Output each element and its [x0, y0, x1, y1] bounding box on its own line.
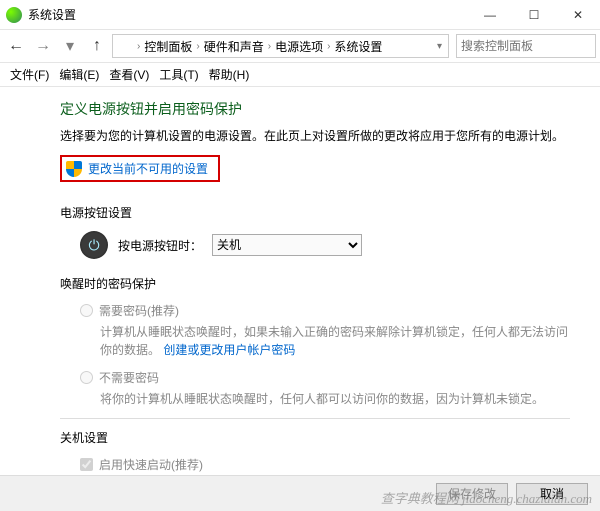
radio-no-password-desc: 将你的计算机从睡眠状态唤醒时，任何人都可以访问你的数据，因为计算机未锁定。	[100, 390, 570, 408]
section-wake-password: 唤醒时的密码保护	[60, 275, 570, 292]
power-button-row: ⏻ 按电源按钮时： 关机	[80, 231, 570, 259]
menu-view[interactable]: 查看(V)	[105, 64, 153, 85]
chevron-right-icon[interactable]: ›	[194, 41, 201, 52]
menu-tools[interactable]: 工具(T)	[155, 64, 202, 85]
location-icon	[119, 39, 133, 53]
radio-require-password-desc: 计算机从睡眠状态唤醒时，如果未输入正确的密码来解除计算机锁定，任何人都无法访问你…	[100, 323, 570, 359]
window-title: 系统设置	[28, 6, 468, 23]
footer-bar: 保存修改 取消	[0, 475, 600, 511]
forward-button[interactable]: →	[31, 34, 55, 58]
check-fast-startup-label: 启用快速启动(推荐)	[99, 456, 203, 473]
crumb-power-options[interactable]: 电源选项	[273, 38, 325, 55]
recent-dropdown[interactable]: ▾	[58, 34, 82, 58]
radio-no-password-label: 不需要密码	[99, 369, 159, 386]
crumb-control-panel[interactable]: 控制面板	[142, 38, 194, 55]
minimize-button[interactable]: —	[468, 0, 512, 30]
title-bar: 系统设置 — ☐ ✕	[0, 0, 600, 30]
search-box[interactable]	[456, 34, 596, 58]
crumb-system-settings[interactable]: 系统设置	[332, 38, 384, 55]
breadcrumb-bar[interactable]: › 控制面板 › 硬件和声音 › 电源选项 › 系统设置 ▾	[112, 34, 449, 58]
up-button[interactable]: ↑	[85, 34, 109, 58]
chevron-down-icon[interactable]: ▾	[435, 41, 444, 52]
check-fast-startup: 启用快速启动(推荐)	[80, 456, 570, 473]
menu-edit[interactable]: 编辑(E)	[55, 64, 103, 85]
search-input[interactable]	[457, 39, 595, 53]
highlight-box: 更改当前不可用的设置	[60, 155, 220, 182]
window-buttons: — ☐ ✕	[468, 0, 600, 30]
close-button[interactable]: ✕	[556, 0, 600, 30]
radio-no-password-input[interactable]	[80, 371, 93, 384]
nav-bar: ← → ▾ ↑ › 控制面板 › 硬件和声音 › 电源选项 › 系统设置 ▾	[0, 30, 600, 63]
power-icon: ⏻	[80, 231, 108, 259]
menu-help[interactable]: 帮助(H)	[205, 64, 254, 85]
menu-bar: 文件(F) 编辑(E) 查看(V) 工具(T) 帮助(H)	[0, 63, 600, 87]
power-button-select[interactable]: 关机	[212, 234, 362, 256]
cancel-button[interactable]: 取消	[516, 483, 588, 505]
save-button[interactable]: 保存修改	[436, 483, 508, 505]
radio-require-password: 需要密码(推荐)	[80, 302, 570, 319]
page-description: 选择要为您的计算机设置的电源设置。在此页上对设置所做的更改将应用于您所有的电源计…	[60, 127, 570, 145]
separator	[60, 418, 570, 419]
chevron-right-icon[interactable]: ›	[135, 41, 142, 52]
content-area: 定义电源按钮并启用密码保护 选择要为您的计算机设置的电源设置。在此页上对设置所做…	[0, 87, 600, 475]
back-button[interactable]: ←	[4, 34, 28, 58]
check-fast-startup-input[interactable]	[80, 458, 93, 471]
change-unavailable-link[interactable]: 更改当前不可用的设置	[88, 160, 208, 177]
radio-require-password-label: 需要密码(推荐)	[99, 302, 179, 319]
chevron-right-icon[interactable]: ›	[266, 41, 273, 52]
maximize-button[interactable]: ☐	[512, 0, 556, 30]
section-shutdown: 关机设置	[60, 429, 570, 446]
chevron-right-icon[interactable]: ›	[325, 41, 332, 52]
create-password-link[interactable]: 创建或更改用户帐户密码	[163, 343, 295, 357]
radio-require-password-input[interactable]	[80, 304, 93, 317]
app-icon	[6, 7, 22, 23]
crumb-hardware-sound[interactable]: 硬件和声音	[202, 38, 266, 55]
radio-no-password: 不需要密码	[80, 369, 570, 386]
power-button-label: 按电源按钮时：	[118, 237, 202, 254]
menu-file[interactable]: 文件(F)	[6, 64, 53, 85]
shield-icon	[66, 161, 82, 177]
page-heading: 定义电源按钮并启用密码保护	[60, 99, 570, 119]
section-power-buttons: 电源按钮设置	[60, 204, 570, 221]
